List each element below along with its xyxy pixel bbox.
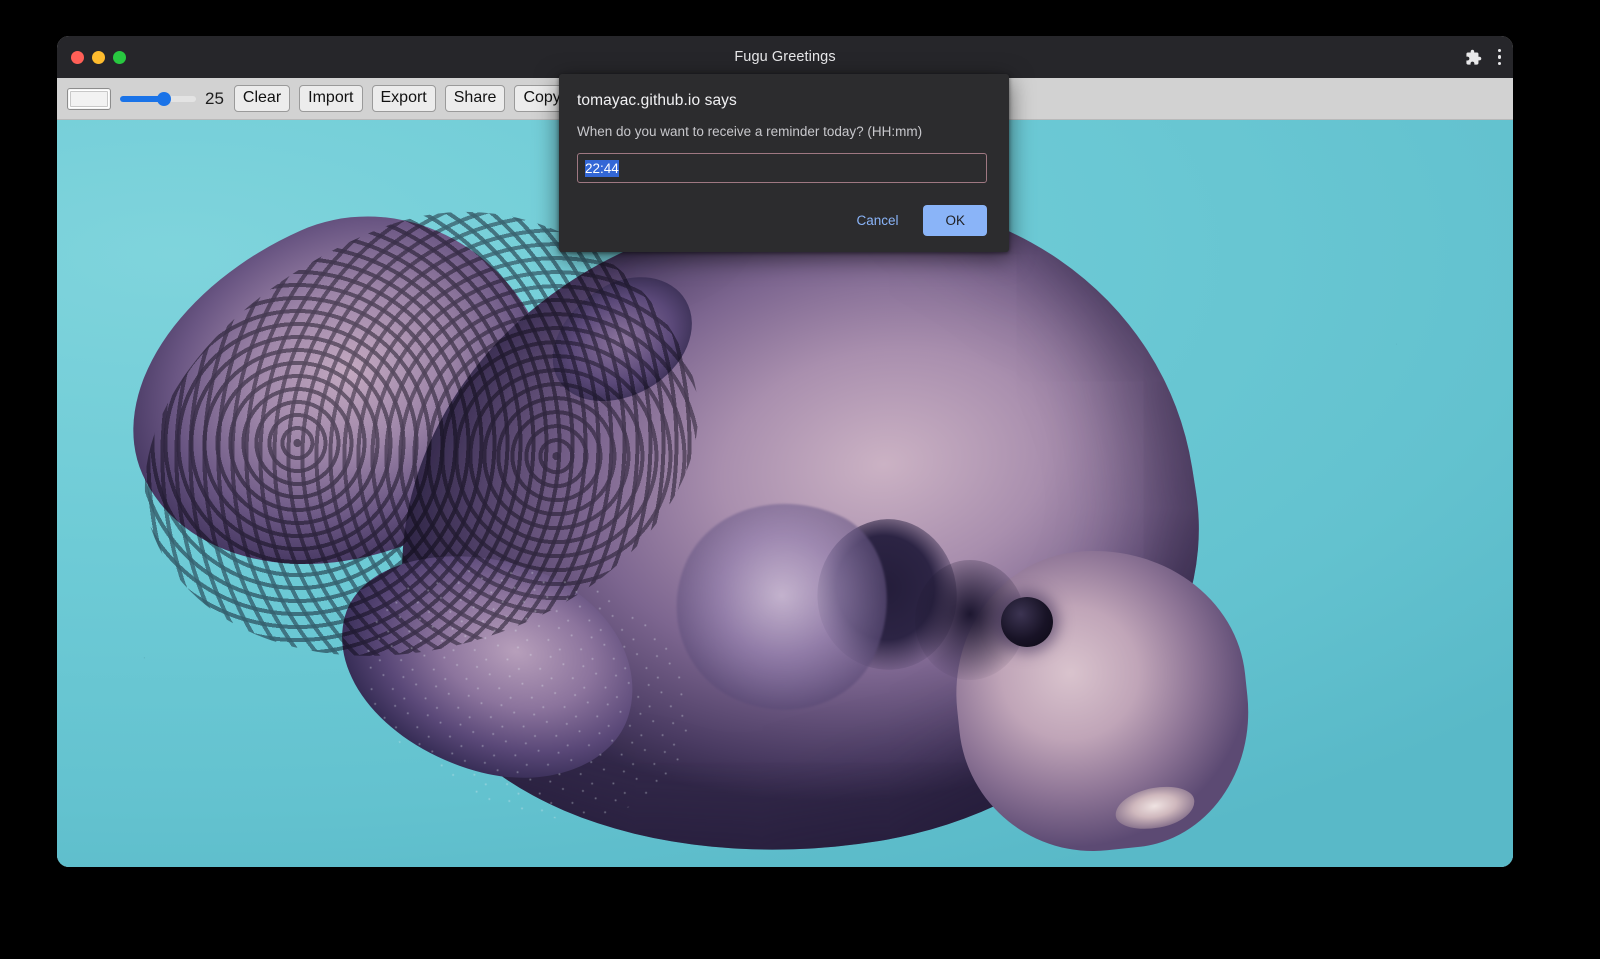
- slider-fill: [120, 96, 163, 102]
- slider-value-label: 25: [205, 89, 224, 109]
- maximize-window-button[interactable]: [113, 51, 126, 64]
- dialog-cancel-button[interactable]: Cancel: [840, 205, 914, 236]
- export-button[interactable]: Export: [372, 85, 436, 112]
- puzzle-piece-icon[interactable]: [1465, 49, 1482, 66]
- dialog-origin-title: tomayac.github.io says: [577, 92, 987, 110]
- fish-eye: [1001, 597, 1053, 647]
- traffic-light-group: [71, 36, 126, 78]
- title-bar-actions: [1465, 36, 1502, 78]
- close-window-button[interactable]: [71, 51, 84, 64]
- minimize-window-button[interactable]: [92, 51, 105, 64]
- import-button[interactable]: Import: [299, 85, 362, 112]
- title-bar: Fugu Greetings: [57, 36, 1513, 78]
- slider-thumb[interactable]: [157, 92, 171, 106]
- clear-button[interactable]: Clear: [234, 85, 290, 112]
- three-dot-menu-icon[interactable]: [1498, 49, 1502, 66]
- javascript-prompt-dialog: tomayac.github.io says When do you want …: [559, 74, 1009, 252]
- dialog-actions: Cancel OK: [577, 205, 987, 236]
- window-title: Fugu Greetings: [57, 49, 1513, 65]
- dialog-ok-button[interactable]: OK: [923, 205, 987, 236]
- dialog-text-input[interactable]: 22:44: [577, 153, 987, 183]
- browser-window: Fugu Greetings 25 Clear: [57, 36, 1513, 867]
- share-button[interactable]: Share: [445, 85, 506, 112]
- dialog-message: When do you want to receive a reminder t…: [577, 124, 987, 139]
- dialog-input-value: 22:44: [585, 160, 619, 177]
- screenshot-stage: Fugu Greetings 25 Clear: [0, 0, 1600, 959]
- brush-size-slider[interactable]: [120, 91, 196, 107]
- color-picker-input[interactable]: [67, 88, 111, 110]
- menu-dots: [1498, 49, 1502, 66]
